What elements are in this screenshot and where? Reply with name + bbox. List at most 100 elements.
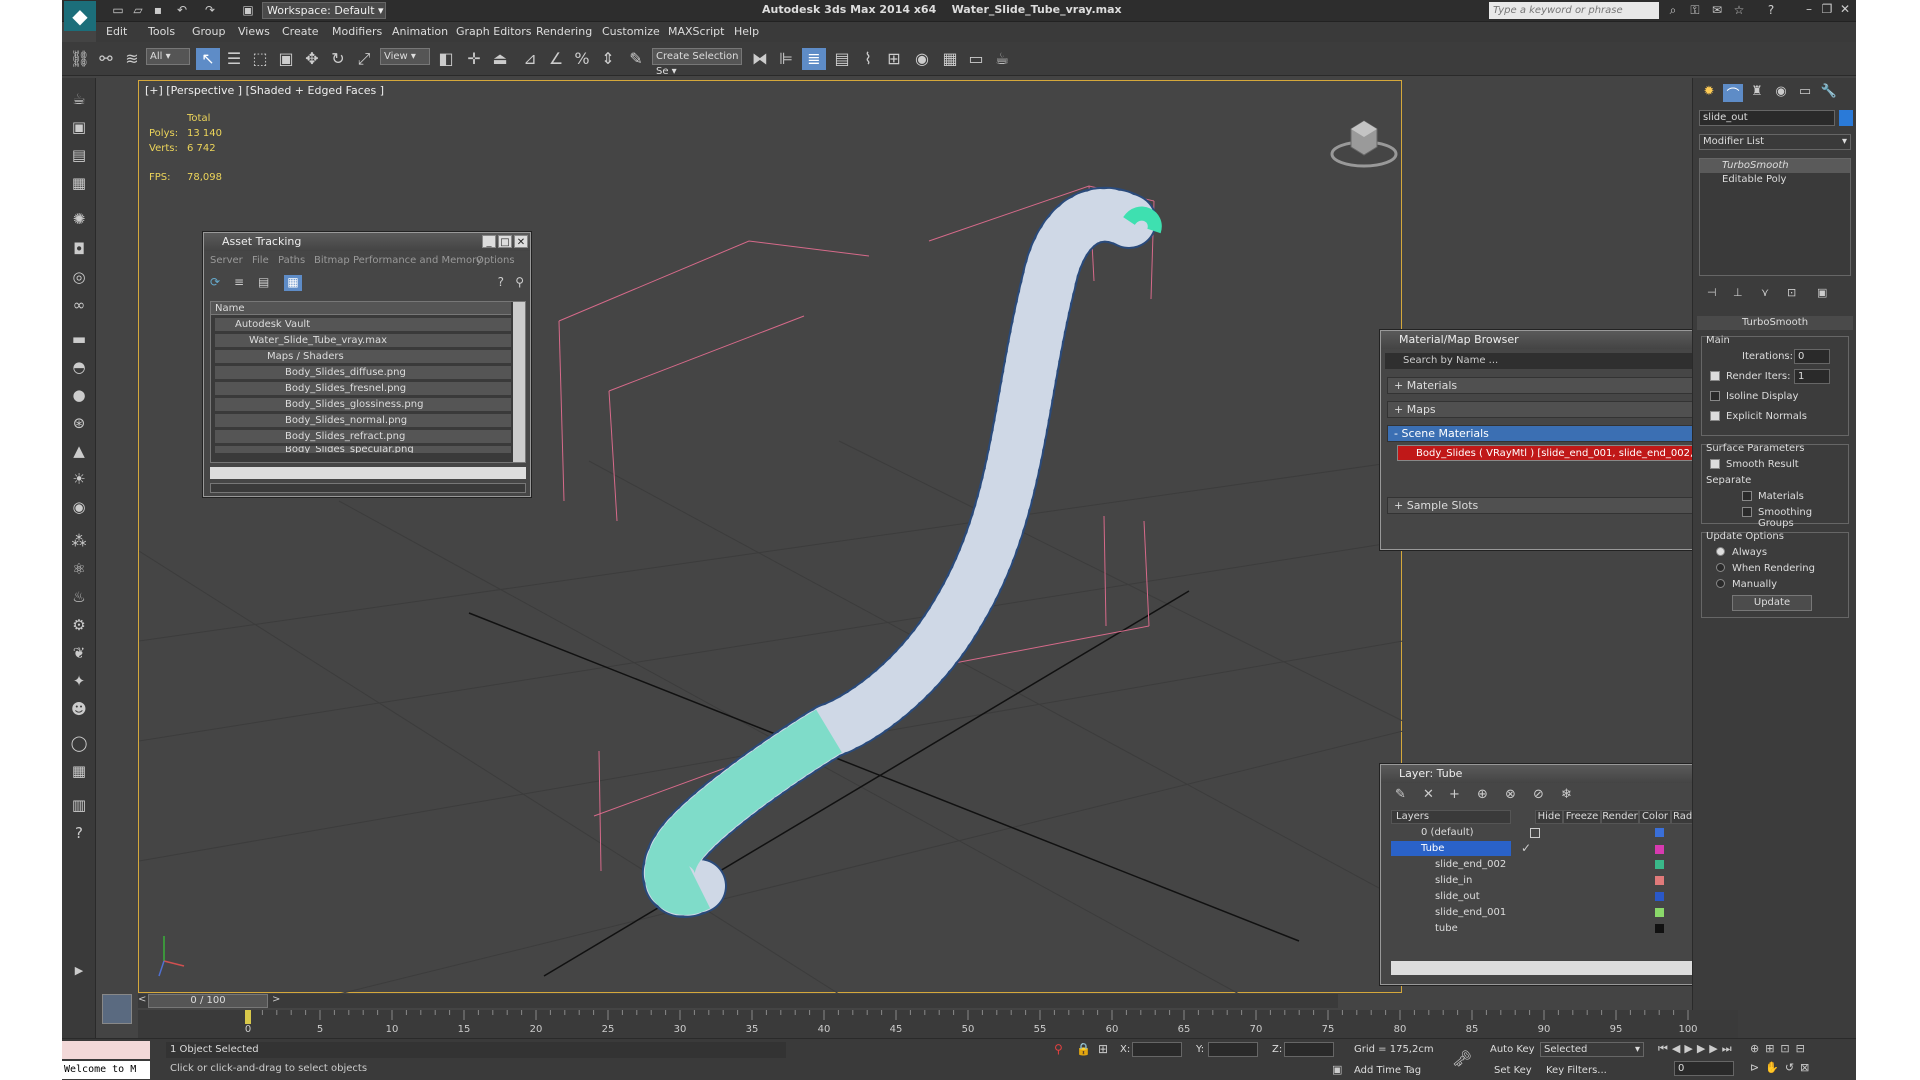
save-icon[interactable]: ▪	[150, 3, 166, 18]
time-slider-thumb[interactable]: 0 / 100	[148, 994, 268, 1008]
isoline-checkbox[interactable]	[1710, 391, 1720, 401]
render-setup-icon[interactable]: ▦	[938, 48, 962, 70]
snaps-toggle-icon[interactable]: ⊿	[518, 48, 542, 70]
slide-end-selected[interactable]	[644, 709, 842, 915]
asset-menu-paths[interactable]: Paths	[278, 255, 305, 266]
light-bulb-icon[interactable]: ✺	[67, 208, 91, 230]
manually-radio[interactable]	[1716, 579, 1725, 588]
dome-icon[interactable]: ◓	[67, 356, 91, 378]
select-and-rotate-icon[interactable]: ↻	[326, 48, 350, 70]
ball-icon[interactable]: ◯	[67, 732, 91, 754]
close-icon[interactable]: ✕	[514, 235, 528, 248]
column-name-header[interactable]: Name	[211, 302, 511, 315]
column-freeze[interactable]: Freeze	[1563, 810, 1601, 824]
edit-named-selection-icon[interactable]: ✎	[624, 48, 648, 70]
asset-row[interactable]: Body_Slides_normal.png	[215, 414, 511, 427]
mirror-icon[interactable]: ⧓	[748, 48, 772, 70]
search-icon[interactable]: ⌕	[1665, 3, 1681, 18]
perspective-viewport[interactable]: [+] [Perspective ] [Shaded + Edged Faces…	[138, 80, 1403, 994]
object-color-swatch[interactable]	[1655, 892, 1664, 901]
object-color-swatch[interactable]	[1655, 860, 1664, 869]
y-coordinate-field[interactable]	[1208, 1042, 1258, 1057]
materials-checkbox[interactable]	[1742, 491, 1752, 501]
iterations-spinner[interactable]: 0	[1794, 349, 1830, 364]
teapot-icon[interactable]: ☕	[67, 88, 91, 110]
percent-snap-icon[interactable]: %	[570, 48, 594, 70]
layer-horizontal-scrollbar[interactable]	[1391, 961, 1739, 975]
current-frame-field[interactable]: 0	[1674, 1061, 1734, 1076]
object-color-swatch[interactable]	[1655, 876, 1664, 885]
delete-layer-icon[interactable]: ✕	[1423, 787, 1434, 802]
select-object-icon[interactable]: ↖	[196, 48, 220, 70]
viewcube[interactable]	[1329, 109, 1399, 169]
viewport-nav-controls-2[interactable]: ⊳✋↺⊠	[1750, 1061, 1815, 1074]
horizontal-scrollbar[interactable]	[210, 467, 526, 479]
asset-menu-bitmap[interactable]: Bitmap Performance and Memory	[314, 255, 482, 266]
disc-icon[interactable]: ◉	[67, 496, 91, 518]
isolate-selection-icon[interactable]: ⚲	[1054, 1042, 1063, 1056]
schematic-view-icon[interactable]: ⊞	[882, 48, 906, 70]
reference-coordinate-dropdown[interactable]: View ▾	[380, 48, 430, 65]
maximize-icon[interactable]: □	[498, 235, 512, 248]
character-icon[interactable]: ☻	[67, 698, 91, 720]
app-logo-icon[interactable]: ◆	[64, 1, 96, 31]
turbosmooth-rollout-title[interactable]: TurboSmooth	[1697, 316, 1853, 330]
close-icon[interactable]: ✕	[1838, 2, 1852, 18]
sphere-icon[interactable]: ●	[67, 384, 91, 406]
asset-row[interactable]: Body_Slides_refract.png	[215, 430, 511, 443]
graphite-ribbon-icon[interactable]: ▤	[830, 48, 854, 70]
asset-row[interactable]: Autodesk Vault	[215, 318, 511, 331]
sample-slots-section[interactable]: + Sample Slots	[1387, 497, 1737, 514]
select-and-link-icon[interactable]: ⛓	[68, 48, 92, 70]
layer-row-default[interactable]: 0 (default)	[1391, 825, 1721, 840]
menu-maxscript[interactable]: MAXScript	[668, 25, 724, 38]
layer-color-swatch[interactable]	[1655, 828, 1664, 837]
object-color-swatch[interactable]	[1839, 110, 1853, 126]
selection-lock-icon[interactable]: 🔒	[1076, 1042, 1091, 1056]
prev-frame-icon[interactable]: <	[138, 994, 148, 1008]
asset-list[interactable]: Name Autodesk Vault Water_Slide_Tube_vra…	[210, 301, 526, 463]
curve-editor-icon[interactable]: ⌇	[856, 48, 880, 70]
help-icon[interactable]: ?	[498, 275, 504, 289]
auto-key-button[interactable]: Auto Key	[1490, 1044, 1535, 1055]
column-color[interactable]: Color	[1639, 810, 1671, 824]
display-tab-icon[interactable]: ▭	[1795, 84, 1815, 102]
menu-views[interactable]: Views	[238, 25, 270, 38]
asset-menu-options[interactable]: Options	[476, 255, 515, 266]
mini-curve-editor-button[interactable]	[102, 994, 132, 1024]
column-hide[interactable]: Hide	[1535, 810, 1563, 824]
select-and-scale-icon[interactable]: ⤢	[352, 48, 376, 70]
layer-color-swatch[interactable]	[1655, 845, 1664, 854]
layer-object-row[interactable]: slide_end_001	[1391, 905, 1721, 920]
modifier-list-dropdown[interactable]: Modifier List ▾	[1699, 134, 1851, 150]
always-radio[interactable]	[1716, 547, 1725, 556]
modify-tab-icon[interactable]: ⌒	[1723, 84, 1743, 103]
pin-stack-icon[interactable]: ⊣	[1707, 286, 1717, 299]
loop-icon[interactable]: ∞	[67, 294, 91, 316]
calculator-icon[interactable]: ▤	[67, 144, 91, 166]
menu-create[interactable]: Create	[282, 25, 319, 38]
asset-menu-server[interactable]: Server	[210, 255, 243, 266]
cone-icon[interactable]: ▲	[67, 440, 91, 462]
select-in-layer-icon[interactable]: ⊕	[1477, 787, 1488, 802]
help-icon[interactable]: ?	[1763, 3, 1779, 18]
particles-icon[interactable]: ⁂	[67, 530, 91, 552]
create-layer-icon[interactable]: ✎	[1395, 787, 1406, 802]
favorites-icon[interactable]: ☆	[1731, 3, 1747, 18]
unlink-icon[interactable]: ⚯	[94, 48, 118, 70]
rendered-frame-icon[interactable]: ▭	[964, 48, 988, 70]
bind-space-warp-icon[interactable]: ≋	[120, 48, 144, 70]
question-icon[interactable]: ?	[67, 822, 91, 844]
render-iters-spinner[interactable]: 1	[1794, 369, 1830, 384]
sun-icon[interactable]: ☀	[67, 468, 91, 490]
render-iters-checkbox[interactable]	[1710, 371, 1720, 381]
stack-item-turbosmooth[interactable]: TurboSmooth	[1700, 159, 1850, 173]
hierarchy-tab-icon[interactable]: ♜	[1747, 84, 1767, 102]
scene-materials-section[interactable]: - Scene Materials	[1387, 425, 1737, 442]
grid-icon[interactable]: ▦	[67, 760, 91, 782]
asset-row[interactable]: Body_Slides_diffuse.png	[215, 366, 511, 379]
key-filters-button[interactable]: Key Filters...	[1546, 1065, 1607, 1076]
when-rendering-radio[interactable]	[1716, 563, 1725, 572]
menu-graph-editors[interactable]: Graph Editors	[456, 25, 532, 38]
motion-tab-icon[interactable]: ◉	[1771, 84, 1791, 102]
